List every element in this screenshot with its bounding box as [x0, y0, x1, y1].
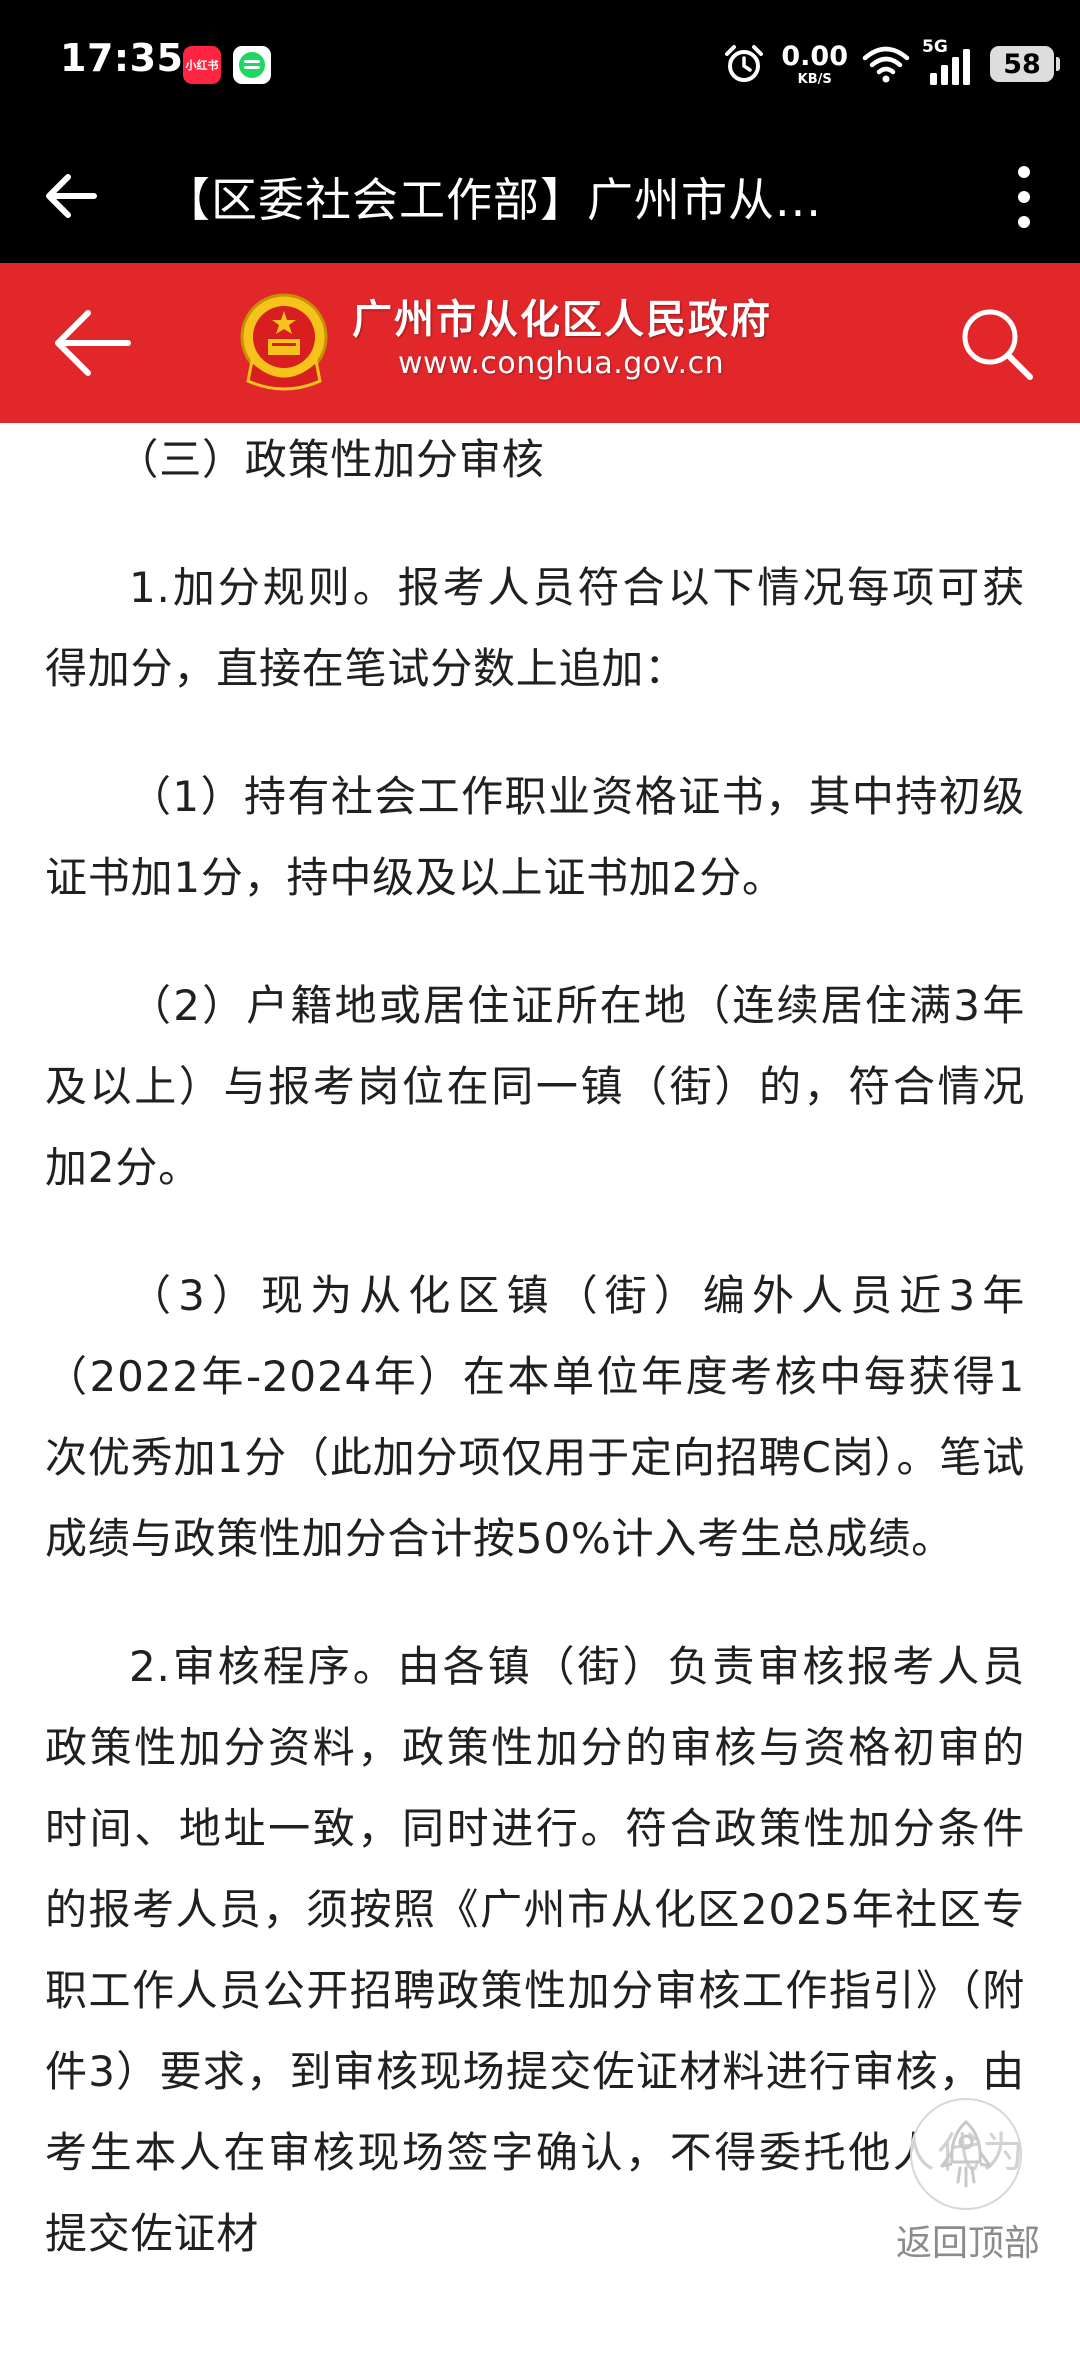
national-emblem-icon	[240, 293, 328, 391]
alarm-icon	[725, 45, 764, 82]
back-to-top-label[interactable]: 返回顶部	[896, 2214, 1040, 2266]
search-icon[interactable]	[956, 303, 1036, 383]
rocket-icon	[940, 2120, 992, 2188]
network-speed: 0.00 KB/S	[781, 43, 848, 86]
app-title-bar: 【区委社会工作部】广州市从...	[0, 128, 1080, 263]
section-heading: （三）政策性加分审核	[116, 435, 545, 484]
site-url: www.conghua.gov.cn	[398, 346, 725, 381]
network-speed-unit: KB/S	[797, 71, 832, 87]
site-header: 广州市从化区人民政府 www.conghua.gov.cn	[0, 263, 1080, 423]
battery-level: 58	[1003, 48, 1041, 80]
site-name[interactable]: 广州市从化区人民政府	[352, 287, 772, 345]
spotify-notification-icon	[233, 46, 271, 84]
network-speed-value: 0.00	[781, 40, 848, 72]
article-paragraph: （3）现为从化区镇（街）编外人员近3年（2022年-2024年）在本单位年度考核…	[45, 1271, 1025, 1563]
article-paragraph: （1）持有社会工作职业资格证书，其中持初级证书加1分，持中级及以上证书加2分。	[45, 772, 1025, 902]
cellular-signal-icon: 5G	[922, 37, 974, 87]
wifi-icon	[862, 46, 910, 83]
article-paragraph: 1.加分规则。报考人员符合以下情况每项可获得加分，直接在笔试分数上追加：	[45, 563, 1025, 693]
xiaohongshu-notification-icon: 小红书	[183, 46, 221, 84]
xiaohongshu-label: 小红书	[185, 59, 219, 72]
back-to-top-button[interactable]: 返回顶部	[886, 2098, 1040, 2264]
article-paragraph: （2）户籍地或居住证所在地（连续居住满3年及以上）与报考岗位在同一镇（街）的，符…	[45, 981, 1025, 1192]
article-body: （三）政策性加分审核 1.加分规则。报考人员符合以下情况每项可获得加分，直接在笔…	[45, 423, 1025, 2375]
status-time: 17:35	[60, 36, 184, 80]
site-back-arrow-icon[interactable]	[50, 305, 134, 381]
page-title: 【区委社会工作部】广州市从...	[164, 173, 822, 227]
more-options-icon[interactable]	[1014, 164, 1034, 230]
status-bar: 17:35 小红书 0.00 KB/S 5G 58	[0, 0, 1080, 128]
article-paragraph: 2.审核程序。由各镇（街）负责审核报考人员政策性加分资料，政策性加分的审核与资格…	[45, 1642, 1025, 2258]
back-arrow-icon[interactable]	[38, 163, 104, 229]
battery-icon: 58	[990, 46, 1060, 82]
status-indicators: 0.00 KB/S 5G 58	[723, 36, 1060, 92]
back-to-top-circle[interactable]	[910, 2098, 1022, 2210]
